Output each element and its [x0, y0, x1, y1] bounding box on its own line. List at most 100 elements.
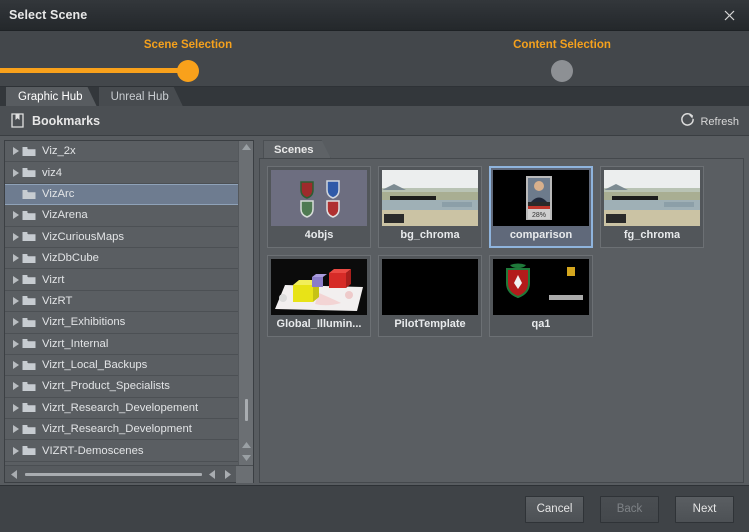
scroll-up-small-icon[interactable]	[239, 442, 254, 448]
back-button: Back	[600, 496, 659, 523]
scenes-tab-bar: Scenes	[259, 140, 744, 158]
cancel-button[interactable]: Cancel	[525, 496, 584, 523]
hscroll-thumb[interactable]	[25, 473, 202, 476]
tree-item-vizrt-research-developement[interactable]: Vizrt_Research_Developement	[5, 398, 238, 419]
chevron-right-icon[interactable]	[9, 318, 22, 326]
tree-item-vizrt-exhibitions[interactable]: Vizrt_Exhibitions	[5, 312, 238, 333]
folder-icon	[22, 402, 39, 413]
chevron-right-icon[interactable]	[9, 233, 22, 241]
chevron-right-icon[interactable]	[9, 382, 22, 390]
scene-thumbnail	[382, 170, 478, 226]
chevron-right-icon[interactable]	[9, 297, 22, 305]
refresh-button[interactable]: Refresh	[680, 112, 739, 132]
folder-icon	[22, 338, 39, 349]
tree-item-label: Vizrt_Product_Specialists	[42, 380, 170, 392]
stepper-progress-bar	[0, 68, 188, 73]
scroll-left-small-icon[interactable]	[204, 470, 220, 479]
chevron-right-icon[interactable]	[9, 276, 22, 284]
window-title: Select Scene	[0, 8, 87, 22]
chevron-right-icon[interactable]	[9, 404, 22, 412]
tree-item-vizrt-internal[interactable]: Vizrt_Internal	[5, 334, 238, 355]
tree-item-label: VizCuriousMaps	[42, 231, 124, 243]
scene-card[interactable]: 4objs	[267, 166, 371, 248]
step-dot-scene-selection[interactable]	[177, 60, 199, 82]
tree-vertical-scrollbar[interactable]	[238, 141, 253, 465]
scene-card[interactable]: qa1	[489, 255, 593, 337]
scene-name-label: qa1	[532, 318, 551, 330]
scene-name-label: comparison	[510, 229, 572, 241]
tree-item-vizrt-local-backups[interactable]: Vizrt_Local_Backups	[5, 355, 238, 376]
scene-name-label: Global_Illumin...	[277, 318, 362, 330]
scene-card[interactable]: bg_chroma	[378, 166, 482, 248]
tab-scenes-label: Scenes	[274, 144, 314, 156]
scene-name-label: 4objs	[305, 229, 334, 241]
tree-item-label: Vizrt_Internal	[42, 338, 108, 350]
bookmarks-header: Bookmarks Refresh	[0, 106, 749, 136]
tree-item-vizrt[interactable]: VizRT	[5, 291, 238, 312]
tree-item-label: Viz_2x	[42, 145, 76, 157]
scroll-down-icon[interactable]	[239, 455, 254, 461]
chevron-right-icon[interactable]	[9, 211, 22, 219]
tree-item-vizarc[interactable]: VizArc	[5, 184, 238, 205]
tree-item-vizrt-product-specialists[interactable]: Vizrt_Product_Specialists	[5, 376, 238, 397]
scene-card[interactable]: 28% comparison	[489, 166, 593, 248]
chevron-right-icon[interactable]	[9, 425, 22, 433]
tree-item-vizdbcube[interactable]: VizDbCube	[5, 248, 238, 269]
folder-icon	[22, 210, 39, 221]
bookmark-icon	[10, 113, 25, 129]
tree-horizontal-scrollbar[interactable]	[5, 465, 253, 482]
dialog-footer: Cancel Back Next	[0, 485, 749, 532]
chevron-right-icon[interactable]	[9, 254, 22, 262]
chevron-right-icon[interactable]	[9, 169, 22, 177]
scene-name-label: fg_chroma	[624, 229, 680, 241]
chevron-right-icon[interactable]	[9, 447, 22, 455]
wizard-stepper: Scene Selection Content Selection	[0, 31, 749, 87]
folder-icon	[22, 445, 39, 456]
scene-card[interactable]: Global_Illumin...	[267, 255, 371, 337]
hscroll-track[interactable]	[23, 466, 204, 483]
chevron-right-icon[interactable]	[9, 340, 22, 348]
folder-icon	[22, 381, 39, 392]
tree-item-viz-2x[interactable]: Viz_2x	[5, 141, 238, 162]
scene-thumbnail: 28%	[493, 170, 589, 226]
scene-card[interactable]: PilotTemplate	[378, 255, 482, 337]
tab-unreal-hub-label: Unreal Hub	[111, 91, 169, 103]
folder-icon	[22, 317, 39, 328]
tree-item-label: VizArc	[42, 188, 74, 200]
tree-item-vizrt-research-development[interactable]: Vizrt_Research_Development	[5, 419, 238, 440]
tab-unreal-hub[interactable]: Unreal Hub	[99, 87, 183, 106]
scroll-left-icon[interactable]	[5, 470, 23, 479]
step-dot-content-selection[interactable]	[551, 60, 573, 82]
chevron-right-icon[interactable]	[9, 147, 22, 155]
folder-icon	[22, 360, 39, 371]
tab-scenes[interactable]: Scenes	[263, 140, 331, 158]
scene-thumbnail	[271, 170, 367, 226]
tab-graphic-hub-label: Graphic Hub	[18, 91, 83, 103]
scrollbar-thumb[interactable]	[245, 399, 248, 421]
tree-item-vizrt-demoscenes[interactable]: VIZRT-Demoscenes	[5, 440, 238, 461]
folder-icon	[22, 167, 39, 178]
select-scene-dialog: Select Scene Scene Selection Content Sel…	[0, 0, 749, 532]
refresh-icon	[680, 112, 695, 132]
tree-item-label: Vizrt	[42, 274, 64, 286]
bookmarks-tree-list[interactable]: Viz_2x viz4 VizArc VizArena VizCuriousMaps Vi…	[5, 141, 238, 465]
bookmarks-tree-panel: Viz_2x viz4 VizArc VizArena VizCuriousMaps Vi…	[4, 140, 254, 483]
scenes-grid[interactable]: 4objs bg_chroma 28% comparison fg_chroma Glob…	[259, 158, 744, 483]
scroll-up-icon[interactable]	[239, 144, 254, 150]
refresh-label: Refresh	[700, 116, 739, 128]
tab-graphic-hub[interactable]: Graphic Hub	[6, 87, 97, 106]
scroll-right-icon[interactable]	[220, 470, 236, 479]
tree-item-label: Vizrt_Exhibitions	[42, 316, 125, 328]
tree-item-vizcuriousmaps[interactable]: VizCuriousMaps	[5, 227, 238, 248]
scene-name-label: bg_chroma	[400, 229, 459, 241]
close-icon[interactable]	[709, 0, 749, 31]
next-button[interactable]: Next	[675, 496, 734, 523]
tree-item-vizrt[interactable]: Vizrt	[5, 269, 238, 290]
scene-card[interactable]: fg_chroma	[600, 166, 704, 248]
chevron-right-icon[interactable]	[9, 361, 22, 369]
tree-item-label: VizArena	[42, 209, 88, 221]
folder-icon	[22, 189, 39, 200]
tree-item-vizarena[interactable]: VizArena	[5, 205, 238, 226]
tree-item-viz4[interactable]: viz4	[5, 162, 238, 183]
step-label-scene-selection: Scene Selection	[144, 39, 232, 51]
